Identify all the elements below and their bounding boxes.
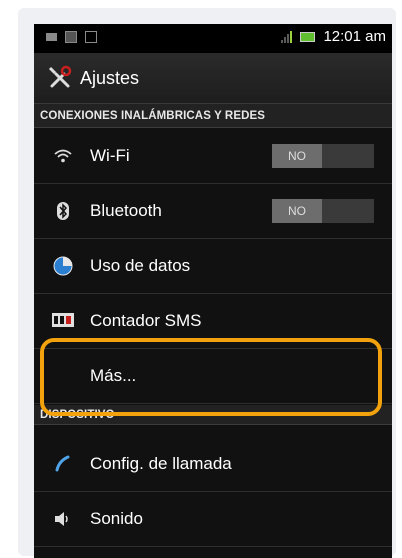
status-time: 12:01 am bbox=[323, 28, 386, 45]
settings-item-data-usage[interactable]: Uso de datos bbox=[34, 239, 392, 294]
sms-counter-icon bbox=[52, 310, 74, 332]
highlight-annotation bbox=[40, 338, 382, 416]
message-notification-icon bbox=[46, 33, 57, 41]
wifi-icon bbox=[52, 145, 74, 167]
bluetooth-toggle[interactable]: NO bbox=[272, 199, 374, 223]
bluetooth-icon bbox=[52, 200, 74, 222]
settings-item-call-settings[interactable]: Config. de llamada bbox=[34, 437, 392, 492]
checkbox-notification-icon bbox=[85, 31, 97, 43]
tools-icon bbox=[48, 65, 72, 88]
battery-icon bbox=[300, 31, 316, 42]
data-usage-icon bbox=[52, 255, 74, 277]
settings-item-wifi[interactable]: Wi-Fi NO bbox=[34, 129, 392, 184]
section-header-wireless: CONEXIONES INALÁMBRICAS Y REDES bbox=[34, 104, 392, 128]
image-notification-icon bbox=[65, 31, 77, 43]
wifi-toggle[interactable]: NO bbox=[272, 144, 374, 168]
app-title-bar: Ajustes bbox=[34, 53, 392, 104]
phone-screen: 12:01 am Ajustes CONEXIONES INALÁMBRICAS… bbox=[34, 24, 392, 558]
settings-item-label: Bluetooth bbox=[90, 201, 162, 220]
toggle-state: NO bbox=[272, 144, 322, 168]
phone-icon bbox=[52, 453, 74, 475]
signal-icon bbox=[281, 30, 293, 43]
toggle-state: NO bbox=[272, 199, 322, 223]
settings-item-label: Config. de llamada bbox=[90, 454, 232, 473]
settings-item-label: Sonido bbox=[90, 509, 143, 528]
settings-item-sound[interactable]: Sonido bbox=[34, 492, 392, 547]
settings-item-label: Uso de datos bbox=[90, 256, 191, 275]
page-title: Ajustes bbox=[80, 67, 140, 88]
speaker-icon bbox=[52, 508, 74, 530]
status-bar: 12:01 am bbox=[34, 24, 392, 53]
settings-item-bluetooth[interactable]: Bluetooth NO bbox=[34, 184, 392, 239]
settings-item-label: Contador SMS bbox=[90, 311, 202, 330]
settings-item-label: Wi-Fi bbox=[90, 146, 130, 165]
